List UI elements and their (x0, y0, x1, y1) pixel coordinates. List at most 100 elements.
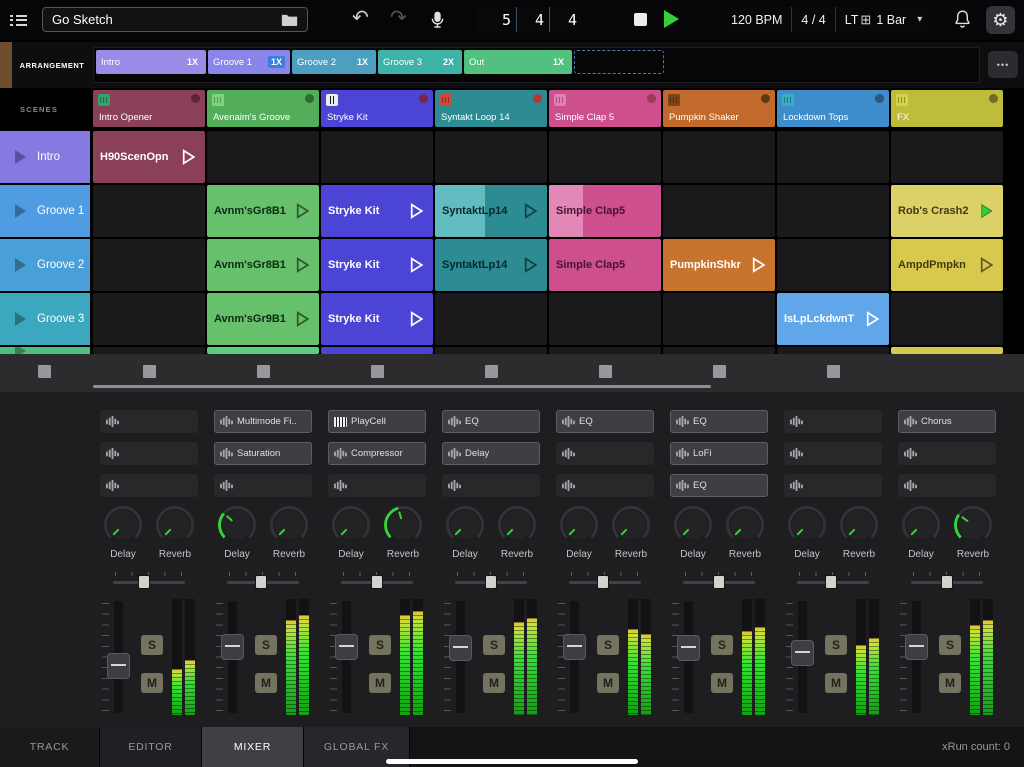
track-header[interactable]: Stryke Kit (321, 90, 433, 127)
volume-fader-handle[interactable] (677, 635, 700, 661)
reverb-send-knob[interactable] (156, 506, 194, 544)
fx-slot[interactable]: Saturation (214, 442, 312, 465)
volume-fader-handle[interactable] (791, 640, 814, 666)
arrangement-clip[interactable]: Out 1X (464, 50, 572, 74)
track-header[interactable]: FX (891, 90, 1003, 127)
bell-icon[interactable] (952, 8, 973, 31)
record-dot[interactable] (191, 94, 200, 103)
tab[interactable]: TRACK (0, 727, 100, 767)
delay-send-knob[interactable] (104, 506, 142, 544)
clip-cell[interactable]: Stryke Kit (321, 185, 433, 237)
time-signature[interactable]: 4 / 4 (792, 13, 834, 27)
delay-send-knob[interactable] (446, 506, 484, 544)
settings-button[interactable]: ⚙ (986, 6, 1015, 34)
pan-slider[interactable] (455, 572, 527, 589)
pan-handle[interactable] (371, 575, 383, 589)
solo-button[interactable]: S (825, 635, 847, 655)
pan-handle[interactable] (485, 575, 497, 589)
clip-cell[interactable]: SyntaktLp14 (435, 239, 547, 291)
tab[interactable]: EDITOR (100, 727, 202, 767)
tempo-display[interactable]: 120 BPM (722, 13, 791, 27)
volume-fader-handle[interactable] (449, 635, 472, 661)
delay-send-knob[interactable] (560, 506, 598, 544)
mic-icon[interactable] (428, 8, 447, 31)
fx-slot[interactable] (100, 410, 198, 433)
clip-cell[interactable] (891, 293, 1003, 345)
pan-handle[interactable] (138, 575, 150, 589)
fx-slot[interactable]: PlayCell (328, 410, 426, 433)
pan-slider[interactable] (797, 572, 869, 589)
arrangement-clip[interactable]: Groove 1 1X (208, 50, 290, 74)
reverb-send-knob[interactable] (270, 506, 308, 544)
stop-button[interactable] (634, 13, 647, 26)
volume-fader-handle[interactable] (221, 634, 244, 660)
fx-slot[interactable]: EQ (556, 410, 654, 433)
mute-button[interactable]: M (255, 673, 277, 693)
clip-cell[interactable] (777, 131, 889, 183)
delay-send-knob[interactable] (674, 506, 712, 544)
clip-cell[interactable]: Stryke Kit (321, 239, 433, 291)
track-stop-button[interactable] (827, 365, 840, 378)
track-stop-button[interactable] (257, 365, 270, 378)
clip-cell[interactable]: Simple Clap5 (549, 185, 661, 237)
volume-fader-handle[interactable] (335, 634, 358, 660)
play-button[interactable] (664, 10, 679, 28)
clip-cell[interactable] (549, 347, 661, 354)
fx-slot[interactable] (328, 474, 426, 497)
clip-cell[interactable] (93, 239, 205, 291)
reverb-send-knob[interactable] (726, 506, 764, 544)
mute-button[interactable]: M (597, 673, 619, 693)
clip-cell[interactable]: AmpdPmpkn (891, 239, 1003, 291)
arrangement-clip[interactable]: Groove 2 1X (292, 50, 376, 74)
clip-cell[interactable] (549, 131, 661, 183)
folder-icon[interactable] (281, 13, 298, 27)
fx-slot[interactable] (100, 474, 198, 497)
clip-cell[interactable] (321, 347, 433, 354)
clip-cell[interactable] (891, 131, 1003, 183)
fx-slot[interactable] (556, 474, 654, 497)
fx-slot[interactable]: Chorus (898, 410, 996, 433)
volume-fader-handle[interactable] (107, 653, 130, 679)
clip-cell[interactable] (93, 347, 205, 354)
horizontal-scrollbar[interactable] (93, 385, 711, 388)
pan-slider[interactable] (911, 572, 983, 589)
clip-cell[interactable] (435, 293, 547, 345)
fx-slot[interactable]: LoFi (670, 442, 768, 465)
clip-cell[interactable]: IsLpLckdwnT (777, 293, 889, 345)
scene-launch-button[interactable] (0, 347, 90, 354)
arrangement-clip[interactable]: Groove 3 2X (378, 50, 462, 74)
reverb-send-knob[interactable] (954, 506, 992, 544)
pan-slider[interactable] (113, 572, 185, 589)
clip-cell[interactable]: Avnm'sGr8B1 (207, 185, 319, 237)
pan-slider[interactable] (227, 572, 299, 589)
solo-button[interactable]: S (483, 635, 505, 655)
fx-slot[interactable] (784, 474, 882, 497)
quantize-selector[interactable]: 1 Bar (867, 13, 915, 27)
fx-slot[interactable]: Multimode Fi.. (214, 410, 312, 433)
clip-cell[interactable]: Simple Clap5 (549, 239, 661, 291)
fx-slot[interactable]: EQ (670, 410, 768, 433)
reverb-send-knob[interactable] (612, 506, 650, 544)
scene-launch-button[interactable]: Groove 1 (0, 185, 90, 237)
scene-launch-button[interactable]: Groove 3 (0, 293, 90, 345)
mute-button[interactable]: M (483, 673, 505, 693)
record-dot[interactable] (305, 94, 314, 103)
track-stop-button[interactable] (371, 365, 384, 378)
project-name-field[interactable]: Go Sketch (42, 7, 308, 32)
scene-launch-button[interactable]: Intro (0, 131, 90, 183)
fx-slot[interactable] (442, 474, 540, 497)
delay-send-knob[interactable] (902, 506, 940, 544)
fx-slot[interactable] (784, 410, 882, 433)
record-dot[interactable] (875, 94, 884, 103)
record-dot[interactable] (761, 94, 770, 103)
stop-all-button[interactable] (38, 365, 51, 378)
clip-cell[interactable] (663, 185, 775, 237)
delay-send-knob[interactable] (218, 506, 256, 544)
record-dot[interactable] (989, 94, 998, 103)
arrangement-empty-slot[interactable] (574, 50, 664, 74)
clip-cell[interactable] (663, 293, 775, 345)
delay-send-knob[interactable] (788, 506, 826, 544)
clip-cell[interactable]: SyntaktLp14 (435, 185, 547, 237)
track-stop-button[interactable] (485, 365, 498, 378)
clip-cell[interactable] (435, 347, 547, 354)
